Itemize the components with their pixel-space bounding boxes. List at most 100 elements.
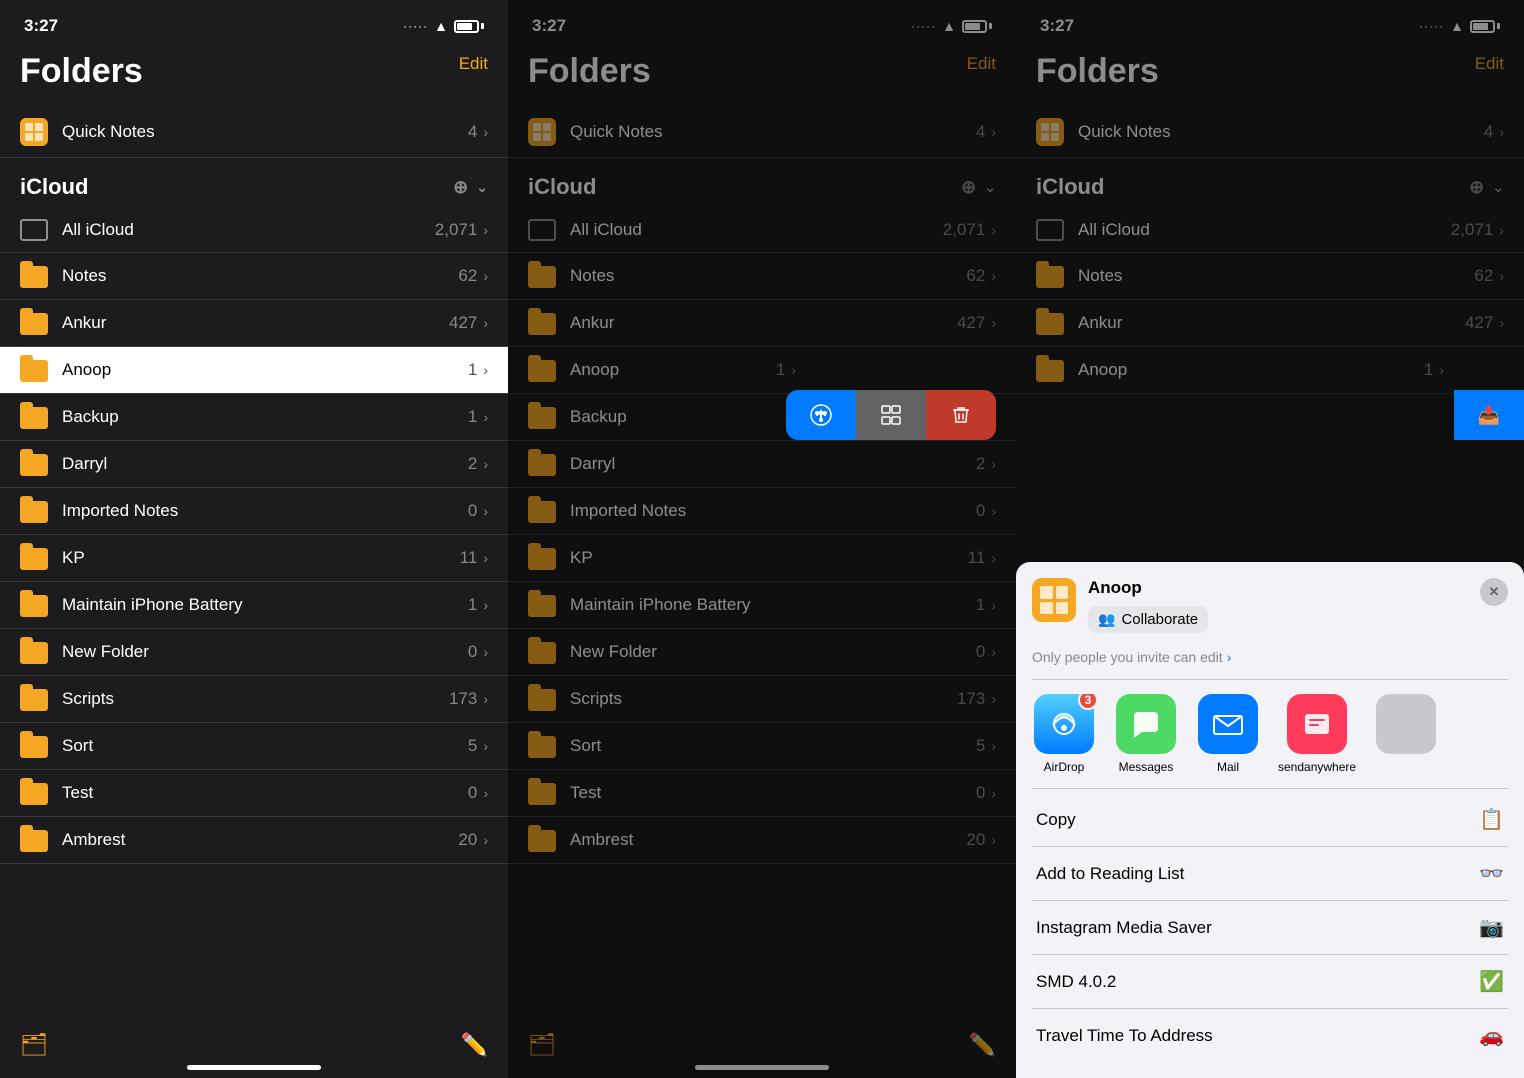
- folder-item-scripts-2[interactable]: Scripts 173 ›: [508, 676, 1016, 723]
- icloud-add-icon-1[interactable]: ⊕: [453, 177, 468, 198]
- quick-notes-item-2[interactable]: Quick Notes 4 ›: [508, 107, 1016, 158]
- folder-item-anoop-2[interactable]: Anoop 1 ›: [508, 347, 1016, 394]
- invite-text: Only people you invite can edit ›: [1032, 645, 1508, 680]
- folder-item-ambrest-1[interactable]: Ambrest 20 ›: [0, 817, 508, 864]
- edit-button-1[interactable]: Edit: [459, 54, 488, 74]
- share-app-sendanywhere[interactable]: sendanywhere: [1278, 694, 1356, 774]
- share-app-messages[interactable]: Messages: [1114, 694, 1178, 774]
- share-app-more[interactable]: [1374, 694, 1438, 774]
- share-list-travel[interactable]: Travel Time To Address 🚗: [1032, 1009, 1508, 1062]
- wifi-icon-1: ▲: [434, 18, 448, 34]
- folder-name-allicloud-1: All iCloud: [62, 220, 435, 240]
- folder-item-notes-1[interactable]: Notes 62 ›: [0, 253, 508, 300]
- edit-button-3[interactable]: Edit: [1475, 54, 1504, 74]
- folder-item-kp-1[interactable]: KP 11 ›: [0, 535, 508, 582]
- bottom-toolbar-1: 🗂 ✏️: [0, 1032, 508, 1058]
- home-indicator-2: [695, 1065, 829, 1070]
- folder-item-scripts-1[interactable]: Scripts 173 ›: [0, 676, 508, 723]
- instagram-label: Instagram Media Saver: [1036, 918, 1212, 938]
- reading-icon: 👓: [1479, 861, 1504, 886]
- new-note-btn-1[interactable]: ✏️: [461, 1032, 488, 1058]
- folder-item-test-1[interactable]: Test 0 ›: [0, 770, 508, 817]
- swipe-partial-3: 📤: [1454, 390, 1524, 394]
- folder-item-backup-1[interactable]: Backup 1 ›: [0, 394, 508, 441]
- folder-item-allicloud-2[interactable]: All iCloud 2,071 ›: [508, 208, 1016, 253]
- share-list-instagram[interactable]: Instagram Media Saver 📷: [1032, 901, 1508, 955]
- mail-label: Mail: [1217, 760, 1239, 774]
- folder-item-newfolder-2[interactable]: New Folder 0 ›: [508, 629, 1016, 676]
- folder-count-allicloud-1: 2,071: [435, 220, 478, 240]
- share-apps-row: 3 AirDrop Messages: [1032, 694, 1508, 789]
- home-indicator-1: [187, 1065, 321, 1070]
- share-app-mail[interactable]: Mail: [1196, 694, 1260, 774]
- folder-item-ankur-2[interactable]: Ankur 427 ›: [508, 300, 1016, 347]
- share-list-copy[interactable]: Copy 📋: [1032, 793, 1508, 847]
- folder-item-ambrest-2[interactable]: Ambrest 20 ›: [508, 817, 1016, 864]
- collaborate-button[interactable]: 👥 Collaborate: [1088, 606, 1208, 633]
- folder-item-imported-1[interactable]: Imported Notes 0 ›: [0, 488, 508, 535]
- folder-item-newfolder-1[interactable]: New Folder 0 ›: [0, 629, 508, 676]
- share-sheet-info: Anoop 👥 Collaborate: [1088, 578, 1480, 633]
- panel-3: 3:27 ····· ▲ Edit Folders Quick Notes 4 …: [1016, 0, 1524, 1078]
- share-app-airdrop[interactable]: 3 AirDrop: [1032, 694, 1096, 774]
- share-sheet-header: Anoop 👥 Collaborate ✕: [1032, 578, 1508, 633]
- folder-item-anoop-1[interactable]: Anoop 1 ›: [0, 347, 508, 394]
- new-folder-btn-1[interactable]: 🗂: [20, 1032, 48, 1058]
- folder-item-sort-2[interactable]: Sort 5 ›: [508, 723, 1016, 770]
- page-title-1: Folders: [0, 44, 508, 107]
- folder-item-darryl-1[interactable]: Darryl 2 ›: [0, 441, 508, 488]
- quicknotes-name-1: Quick Notes: [62, 122, 468, 142]
- folder-item-sort-1[interactable]: Sort 5 ›: [0, 723, 508, 770]
- copy-label: Copy: [1036, 810, 1076, 830]
- swipe-move-btn[interactable]: [856, 390, 926, 440]
- mail-app-icon: [1198, 694, 1258, 754]
- status-time-3: 3:27: [1040, 16, 1074, 36]
- folder-chevron-allicloud-1: ›: [483, 222, 488, 238]
- status-time-1: 3:27: [24, 16, 58, 36]
- folder-icon-ankur-1: [20, 311, 48, 335]
- edit-button-2[interactable]: Edit: [967, 54, 996, 74]
- folder-item-allicloud-1[interactable]: All iCloud 2,071 ›: [0, 208, 508, 253]
- folder-item-maintain-1[interactable]: Maintain iPhone Battery 1 ›: [0, 582, 508, 629]
- folder-icon-notes-1: [20, 264, 48, 288]
- swipe-share-btn[interactable]: [786, 390, 856, 440]
- folder-item-ankur-1[interactable]: Ankur 427 ›: [0, 300, 508, 347]
- share-sheet-folder-icon: [1032, 578, 1076, 622]
- share-list-smd[interactable]: SMD 4.0.2 ✅: [1032, 955, 1508, 1009]
- instagram-icon: 📷: [1479, 915, 1504, 940]
- folder-item-notes-2[interactable]: Notes 62 ›: [508, 253, 1016, 300]
- quick-notes-item-1[interactable]: Quick Notes 4 ›: [0, 107, 508, 158]
- folder-item-kp-2[interactable]: KP 11 ›: [508, 535, 1016, 582]
- smd-label: SMD 4.0.2: [1036, 972, 1116, 992]
- swipe-actions: [786, 390, 996, 440]
- page-title-2: Folders: [508, 44, 1016, 107]
- folder-list-2: Quick Notes 4 › iCloud ⊕ ⌄ All iCloud 2,…: [508, 107, 1016, 864]
- quick-notes-item-3[interactable]: Quick Notes 4 ›: [1016, 107, 1524, 158]
- signal-icon-1: ·····: [403, 19, 428, 33]
- travel-icon: 🚗: [1479, 1023, 1504, 1048]
- travel-label: Travel Time To Address: [1036, 1026, 1213, 1046]
- folder-item-maintain-2[interactable]: Maintain iPhone Battery 1 ›: [508, 582, 1016, 629]
- messages-icon: [1116, 694, 1176, 754]
- close-sheet-button[interactable]: ✕: [1480, 578, 1508, 606]
- panel-2: 3:27 ····· ▲ Edit Folders Quick Notes 4 …: [508, 0, 1016, 1078]
- share-sheet: Anoop 👥 Collaborate ✕ Only people you in…: [1016, 562, 1524, 1078]
- collaborate-label: Collaborate: [1121, 611, 1198, 628]
- status-bar-2: 3:27 ····· ▲: [508, 0, 1016, 44]
- swipe-delete-btn[interactable]: [926, 390, 996, 440]
- folder-icon-anoop-1: [20, 358, 48, 382]
- status-bar-3: 3:27 ····· ▲: [1016, 0, 1524, 44]
- share-list-reading[interactable]: Add to Reading List 👓: [1032, 847, 1508, 901]
- folder-item-imported-2[interactable]: Imported Notes 0 ›: [508, 488, 1016, 535]
- folder-item-test-2[interactable]: Test 0 ›: [508, 770, 1016, 817]
- status-bar-1: 3:27 ····· ▲: [0, 0, 508, 44]
- status-time-2: 3:27: [532, 16, 566, 36]
- copy-icon: 📋: [1479, 807, 1504, 832]
- folder-item-darryl-2[interactable]: Darryl 2 ›: [508, 441, 1016, 488]
- icloud-chevron-1[interactable]: ⌄: [476, 179, 488, 196]
- collaborate-icon: 👥: [1098, 611, 1115, 628]
- sendanywhere-label: sendanywhere: [1278, 760, 1356, 774]
- quicknotes-count-1: 4: [468, 122, 477, 142]
- page-title-3: Folders: [1016, 44, 1524, 107]
- sendanywhere-icon: [1287, 694, 1347, 754]
